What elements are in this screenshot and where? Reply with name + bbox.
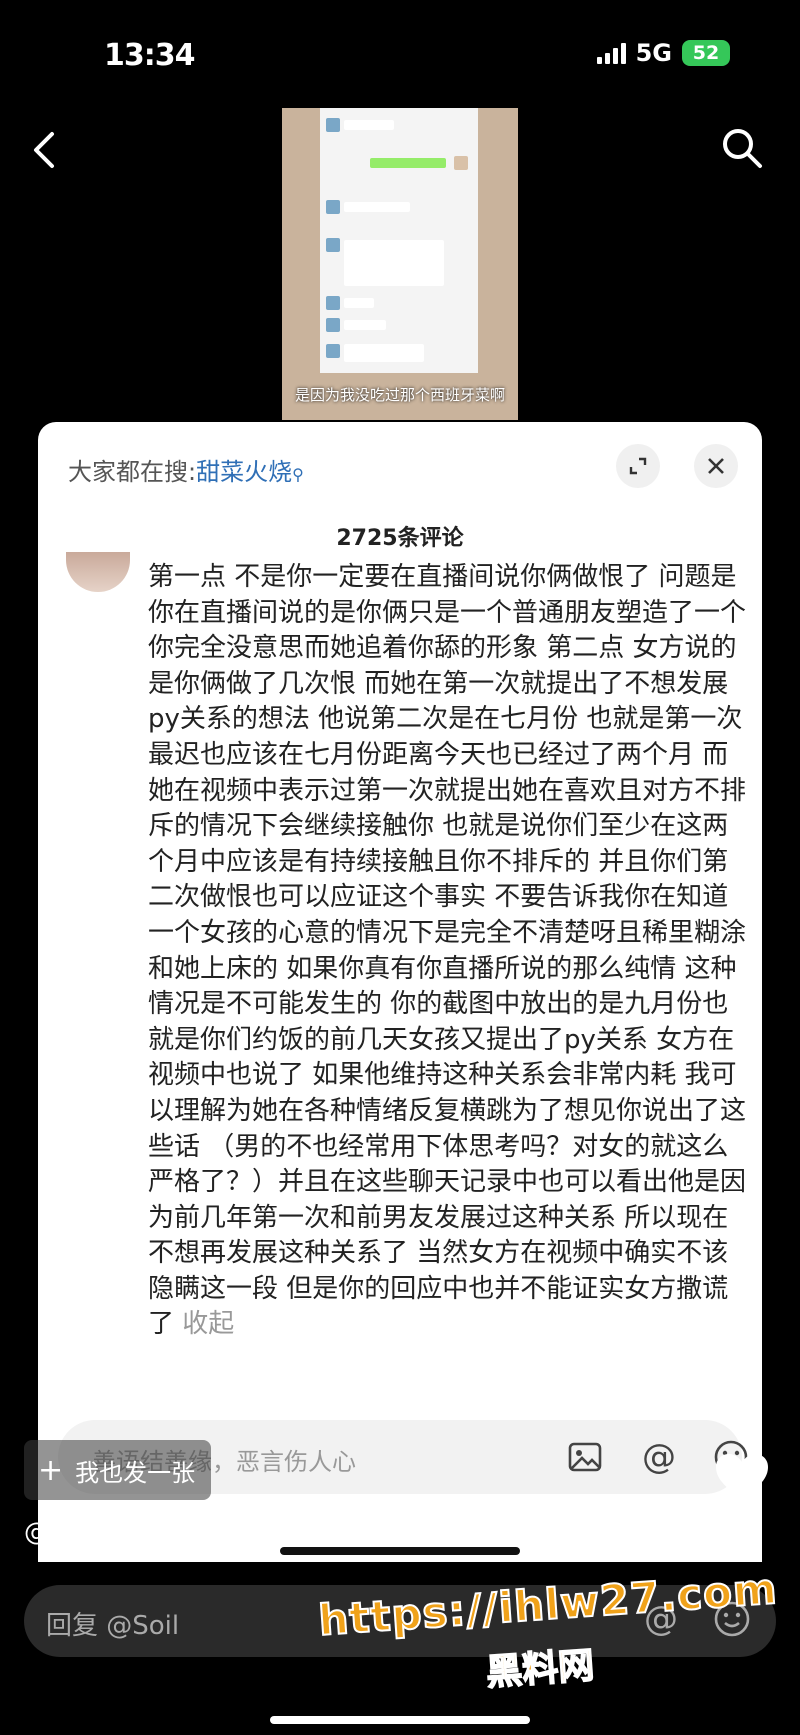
status-indicators: 5G 52 — [596, 39, 730, 67]
drag-handle[interactable] — [280, 1547, 520, 1555]
comment-text: 第一点 不是你一定要在直播间说你俩做恨了 问题是你在直播间说的是你俩只是一个普通… — [148, 562, 747, 1340]
comment-sheet: 大家都在搜:甜菜火烧⚲ 2725条评论 第一点 不是你一定要在直播间说你俩做恨了… — [38, 422, 762, 1562]
hot-search-prefix: 大家都在搜: — [68, 458, 197, 486]
video-preview[interactable]: 是因为我没吃过那个西班牙菜啊 — [282, 108, 518, 420]
home-indicator — [270, 1716, 530, 1724]
reply-placeholder: 回复 @Soil — [46, 1611, 180, 1641]
post-too-button[interactable]: + 我也发一张 — [24, 1440, 212, 1500]
back-icon[interactable] — [28, 130, 64, 170]
mention-icon[interactable]: @ — [640, 1438, 678, 1476]
heart-icon[interactable] — [714, 1452, 770, 1502]
search-icon[interactable] — [720, 126, 764, 170]
hot-search-term[interactable]: 甜菜火烧 — [196, 458, 292, 486]
collapse-link[interactable]: 收起 — [182, 1309, 234, 1339]
watermark-name: 黑料网 — [484, 1645, 596, 1695]
reply-caption: @Soil：和我说的一毛一样姐 — [24, 1517, 345, 1546]
close-button[interactable] — [694, 444, 738, 488]
signal-icon — [596, 42, 626, 64]
search-icon: ⚲ — [292, 465, 304, 484]
battery-icon: 52 — [682, 40, 730, 66]
hot-search[interactable]: 大家都在搜:甜菜火烧⚲ — [68, 452, 304, 487]
status-time: 13:34 — [104, 38, 195, 73]
comment-count: 2725条评论 — [336, 526, 464, 551]
chat-screenshot-image — [320, 108, 478, 373]
image-icon[interactable] — [566, 1438, 604, 1476]
video-subtitle: 是因为我没吃过那个西班牙菜啊 — [294, 386, 505, 404]
expand-icon — [629, 457, 647, 475]
avatar[interactable] — [66, 552, 130, 592]
like-count: 500 — [722, 1514, 762, 1538]
plus-icon: + — [38, 1452, 64, 1488]
close-icon — [708, 458, 724, 474]
post-too-label: 我也发一张 — [75, 1458, 196, 1487]
network-label: 5G — [635, 39, 672, 67]
comment-body: 第一点 不是你一定要在直播间说你俩做恨了 问题是你在直播间说的是你俩只是一个普通… — [148, 560, 752, 1343]
expand-button[interactable] — [616, 444, 660, 488]
